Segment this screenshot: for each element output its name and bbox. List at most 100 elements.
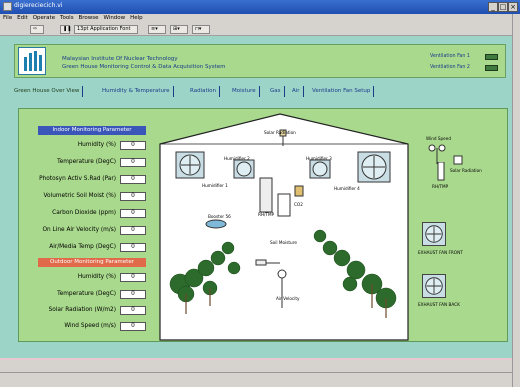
exhaust-fan-front-label: EXHAUST FAN FRONT [418, 250, 463, 255]
humidifier-3-label: Humidifier 3 [306, 156, 332, 161]
tab-bar: Green House Over View Humidity & Tempera… [14, 86, 506, 97]
indoor-parameter-title: Indoor Monitoring Parameter [38, 126, 146, 135]
param-label: Air/Media Temp (DegC) [49, 244, 116, 250]
tab-green-house-overview[interactable]: Green House Over View [14, 86, 84, 97]
fan-icon [175, 151, 205, 179]
param-value: 0 [120, 306, 146, 315]
maximize-button[interactable]: □ [498, 2, 508, 12]
window-title: digiereciecich.vi [14, 2, 63, 9]
ventilation-fan-1-indicator: Ventilation Fan 1 [430, 52, 500, 62]
greenhouse-diagram [159, 113, 409, 341]
outdoor-rh-tmp-label: RH/TMP [432, 184, 449, 189]
align-icon[interactable]: ≡▾ [148, 25, 166, 34]
toolbar: ⇨ ❚❚ 13pt Application Font ≡▾ ⊞▾ ⊓▾ [0, 23, 512, 36]
param-label: Solar Radiation (W/m2) [48, 307, 116, 313]
outdoor-solar-sensor-icon [453, 155, 463, 165]
indoor-row-temperature: Temperature (DegC) 0 [20, 158, 150, 167]
indoor-row-air-velocity: On Line Air Velocity (m/s) 0 [20, 226, 150, 235]
menu-tools[interactable]: Tools [60, 14, 74, 23]
pause-icon[interactable]: ❚❚ [60, 25, 71, 34]
humidifier-4-label: Humidifier 4 [334, 186, 360, 191]
menu-operate[interactable]: Operate [33, 14, 55, 23]
param-label: Humidity (%) [77, 274, 116, 280]
outdoor-row-temperature: Temperature (DegC) 0 [20, 290, 150, 299]
param-value: 0 [120, 175, 146, 184]
param-value: 0 [120, 290, 146, 299]
indoor-row-par: Photosyn Activ S.Rad (Par) 0 [20, 175, 150, 184]
font-select[interactable]: 13pt Application Font [74, 25, 138, 34]
param-label: Photosyn Activ S.Rad (Par) [39, 176, 116, 182]
tab-moisture[interactable]: Moisture [232, 86, 260, 97]
param-value: 0 [120, 322, 146, 331]
indoor-row-humidity: Humidity (%) 0 [20, 141, 150, 150]
param-label: Carbon Dioxide (ppm) [52, 210, 116, 216]
indoor-row-air-media-temp: Air/Media Temp (DegC) 0 [20, 243, 150, 252]
vfan2-label: Ventilation Fan 2 [430, 65, 470, 70]
param-label: Wind Speed (m/s) [64, 323, 116, 329]
param-value: 0 [120, 209, 146, 218]
param-label: Volumetric Soil Moist (%) [43, 193, 116, 199]
tab-ventilation-fan-setup[interactable]: Ventilation Fan Setup [312, 86, 375, 97]
minimize-button[interactable]: _ [488, 2, 498, 12]
app-icon [3, 2, 12, 11]
param-value: 0 [120, 192, 146, 201]
indoor-row-soil-moisture: Volumetric Soil Moist (%) 0 [20, 192, 150, 201]
outdoor-solar-radiation-label: Solar Radiation [450, 168, 482, 173]
exhaust-fan-front-icon[interactable] [422, 222, 446, 246]
param-value: 0 [120, 243, 146, 252]
indoor-row-co2: Carbon Dioxide (ppm) 0 [20, 209, 150, 218]
distribute-icon[interactable]: ⊞▾ [170, 25, 188, 34]
humidifier-icon [309, 159, 331, 179]
tab-gas[interactable]: Gas [270, 86, 285, 97]
air-velocity-label: Air Velocity [276, 296, 300, 301]
tab-radiation[interactable]: Radiation [190, 86, 220, 97]
menu-browse[interactable]: Browse [79, 14, 99, 23]
menu-help[interactable]: Help [130, 14, 143, 23]
param-label: Humidity (%) [77, 142, 116, 148]
tab-humidity-temperature[interactable]: Humidity & Temperature [102, 86, 174, 97]
reorder-icon[interactable]: ⊓▾ [192, 25, 210, 34]
outdoor-rh-sensor-icon [437, 162, 445, 181]
exhaust-fan-back-label: EXHAUST FAN BACK [418, 302, 460, 307]
param-value: 0 [120, 158, 146, 167]
vfan1-label: Ventilation Fan 1 [430, 54, 470, 59]
status-bar [0, 372, 512, 387]
co2-sensor-icon [294, 185, 304, 197]
param-label: Temperature (DegC) [57, 159, 116, 165]
menu-window[interactable]: Window [103, 14, 125, 23]
outdoor-row-wind-speed: Wind Speed (m/s) 0 [20, 322, 150, 331]
humidifier-2-label: Humidifier 2 [224, 156, 250, 161]
outdoor-parameter-title: Outdoor Monitoring Parameter [38, 258, 146, 267]
outdoor-row-humidity: Humidity (%) 0 [20, 273, 150, 282]
outdoor-row-solar-radiation: Solar Radiation (W/m2) 0 [20, 306, 150, 315]
param-value: 0 [120, 273, 146, 282]
close-button[interactable]: × [508, 2, 518, 12]
param-value: 0 [120, 226, 146, 235]
tab-air[interactable]: Air [292, 86, 304, 97]
horizontal-scrollbar[interactable] [0, 360, 512, 372]
window-titlebar: digiereciecich.vi _ □ × [0, 0, 520, 14]
menu-bar: File Edit Operate Tools Browse Window He… [0, 14, 512, 23]
rh-tmp-sensor-icon [259, 177, 273, 213]
vfan2-led [485, 65, 498, 71]
humidifier-1-label: Humidifier 1 [202, 183, 228, 188]
run-arrow-icon[interactable]: ⇨ [30, 25, 44, 34]
vfan1-led [485, 54, 498, 60]
exhaust-fan-back-icon[interactable] [422, 274, 446, 298]
param-label: On Line Air Velocity (m/s) [42, 227, 116, 233]
vertical-scrollbar[interactable] [512, 14, 520, 387]
booster-icon [205, 219, 227, 229]
param-label: Temperature (DegC) [57, 291, 116, 297]
air-velocity-sensor-icon [277, 269, 287, 279]
ventilation-fan-2-indicator: Ventilation Fan 2 [430, 63, 500, 73]
humidifier-icon [233, 159, 255, 179]
soil-probe-icon [255, 259, 267, 266]
system-name: Green House Monitoring Control & Data Ac… [62, 64, 226, 70]
menu-edit[interactable]: Edit [17, 14, 28, 23]
param-value: 0 [120, 141, 146, 150]
fan-icon [357, 151, 391, 183]
rh-tmp-label: RH/TMP [258, 212, 275, 217]
institute-logo [18, 47, 46, 75]
solar-radiation-label: Solar Radiation [264, 130, 296, 135]
menu-file[interactable]: File [3, 14, 12, 23]
